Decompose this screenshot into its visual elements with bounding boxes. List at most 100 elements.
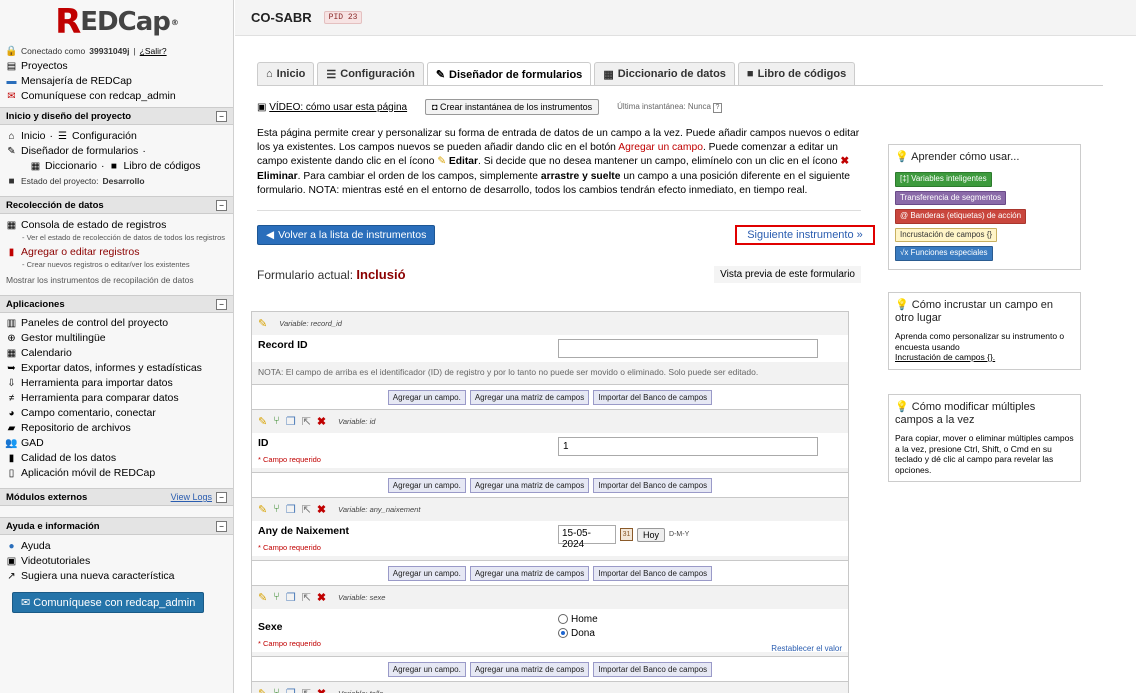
show-instruments-link[interactable]: Mostrar los instrumentos de recopilación… [0,273,233,288]
field-embedding-button[interactable]: Incrustación de campos {} [895,227,998,242]
import-field-bank-button[interactable]: Importar del Banco de campos [593,389,713,405]
field-id[interactable]: ✎ ⑂ ❐ ⇱ ✖ Variable: id ID * Campo requeri… [251,409,849,473]
radio-dona[interactable]: Dona [558,627,842,639]
app-export[interactable]: ➥ Exportar datos, informes y estadísticas [0,361,233,376]
add-matrix-button[interactable]: Agregar una matriz de campos [469,661,590,677]
app-compare[interactable]: ≠ Herramienta para comparar datos [0,391,233,406]
reset-value-link[interactable]: Restablecer el valor [771,644,842,653]
app-calendar[interactable]: ▦ Calendario [0,346,233,361]
help-question-icon[interactable]: ? [712,102,722,113]
id-input[interactable]: 1 [558,437,818,456]
contact-admin-button[interactable]: ✉ Comuníquese con redcap_admin [12,592,205,613]
copy-icon[interactable]: ❐ [286,687,296,693]
action-tags-button[interactable]: @ Banderas (etiquetas) de acción [895,209,1027,224]
logout-link[interactable]: ¿Salir? [140,44,167,59]
edit-icon[interactable]: ✎ [258,591,267,604]
add-matrix-button[interactable]: Agregar una matriz de campos [469,389,590,405]
video-link[interactable]: ▣ VÍDEO: cómo usar esta página [257,102,407,113]
field-record-id[interactable]: ✎ Variable: record_id Record ID NOTA: El… [251,311,849,385]
radio-circle-selected[interactable] [558,628,568,638]
import-field-bank-button[interactable]: Importar del Banco de campos [593,661,713,677]
delete-icon[interactable]: ✖ [317,415,326,428]
help-link[interactable]: ● Ayuda [0,539,233,554]
tab-designer[interactable]: ✎ Diseñador de formularios [426,62,592,86]
edit-icon[interactable]: ✎ [258,503,267,516]
sidebar-item-config[interactable]: Configuración [72,129,137,144]
messenger-link[interactable]: ▬ Mensajería de REDCap [0,74,233,89]
move-icon[interactable]: ⇱ [302,591,311,604]
tab-home[interactable]: ⌂ Inicio [257,62,315,85]
copy-icon[interactable]: ❐ [286,591,296,604]
sidebar-item-record-status[interactable]: ▦ Consola de estado de registros [0,218,233,233]
calendar-icon[interactable]: 31 [620,528,633,541]
view-logs-link[interactable]: View Logs [171,492,212,502]
preview-form-button[interactable]: Vista previa de este formulario [714,265,861,283]
radio-circle[interactable] [558,614,568,624]
app-dashboards[interactable]: ▥ Paneles de control del proyecto [0,316,233,331]
field-sexe[interactable]: ✎ ⑂ ❐ ⇱ ✖ Variable: sexe Sexe * Campo req… [251,585,849,657]
today-button[interactable]: Hoy [637,527,666,542]
radio-home[interactable]: Home [558,613,842,625]
edit-icon[interactable]: ✎ [258,687,267,693]
delete-icon[interactable]: ✖ [317,591,326,604]
sidebar-item-home[interactable]: Inicio [21,129,46,144]
branching-icon[interactable]: ⑂ [273,591,280,603]
move-icon[interactable]: ⇱ [302,687,311,693]
app-import[interactable]: ⇩ Herramienta para importar datos [0,376,233,391]
collapse-icon[interactable]: − [216,520,227,532]
app-mobile[interactable]: ▯ Aplicación móvil de REDCap [0,466,233,481]
delete-icon[interactable]: ✖ [317,503,326,516]
add-field-button[interactable]: Agregar un campo. [387,477,466,493]
app-comments[interactable]: ◕ Campo comentario, conectar [0,406,233,421]
add-field-button[interactable]: Agregar un campo. [387,565,466,581]
snapshot-button[interactable]: ◘ Crear instantánea de los instrumentos [425,99,600,115]
copy-icon[interactable]: ❐ [286,415,296,428]
tab-codebook[interactable]: ■ Libro de códigos [737,62,856,85]
projects-link[interactable]: ▤ Proyectos [0,59,233,74]
edit-icon[interactable]: ✎ [258,317,267,330]
collapse-icon[interactable]: − [216,491,227,503]
edit-icon[interactable]: ✎ [258,415,267,428]
sidebar-item-dictionary[interactable]: Diccionario [45,159,97,174]
add-matrix-button[interactable]: Agregar una matriz de campos [469,565,590,581]
app-gad[interactable]: 👥 GAD [0,436,233,451]
app-quality[interactable]: ▮ Calidad de los datos [0,451,233,466]
sidebar-item-add-edit[interactable]: ▮ Agregar o editar registros [0,245,233,260]
tab-config[interactable]: ☰ Configuración [317,62,424,85]
import-field-bank-button[interactable]: Importar del Banco de campos [593,477,713,493]
branching-icon[interactable]: ⑂ [273,415,280,427]
tab-dictionary[interactable]: ▦ Diccionario de datos [594,62,735,85]
special-functions-button[interactable]: √x Funciones especiales [895,246,993,261]
branching-icon[interactable]: ⑂ [273,503,280,515]
import-field-bank-button[interactable]: Importar del Banco de campos [593,565,713,581]
back-to-instruments-button[interactable]: ◀ Volver a la lista de instrumentos [257,225,436,246]
field-any-naixement[interactable]: ✎ ⑂ ❐ ⇱ ✖ Variable: any_naixement Any de… [251,497,849,561]
collapse-icon[interactable]: − [216,298,227,310]
app-multilang[interactable]: ⊕ Gestor multilingüe [0,331,233,346]
contact-admin-link[interactable]: ✉ Comuníquese con redcap_admin [0,89,233,104]
smart-variables-button[interactable]: [‡] Variables inteligentes [895,172,992,187]
move-icon[interactable]: ⇱ [302,503,311,516]
date-input[interactable]: 15-05-2024 [558,525,616,550]
app-files[interactable]: ▰ Repositorio de archivos [0,421,233,436]
collapse-icon[interactable]: − [216,199,227,211]
piping-button[interactable]: Transferencia de segmentos [895,190,1007,205]
field-embedding-link[interactable]: Incrustación de campos {}. [895,352,995,362]
copy-icon[interactable]: ❐ [286,503,296,516]
move-icon[interactable]: ⇱ [302,415,311,428]
add-matrix-button[interactable]: Agregar una matriz de campos [469,477,590,493]
next-instrument-link[interactable]: Siguiente instrumento » [735,225,875,246]
add-field-button[interactable]: Agregar un campo. [387,661,466,677]
delete-icon[interactable]: ✖ [317,687,326,693]
record-id-input[interactable] [558,339,818,358]
suggest-link[interactable]: ↗ Sugiera una nueva característica [0,569,233,584]
add-field-button[interactable]: Agregar un campo. [387,389,466,405]
sidebar-item-codebook[interactable]: Libro de códigos [123,159,200,174]
field-talla[interactable]: ✎ ⑂ ❐ ⇱ ✖ Variable: talla [251,681,849,693]
collapse-icon[interactable]: − [216,110,227,122]
videos-link[interactable]: ▣ Videotutoriales [0,554,233,569]
add-field-link[interactable]: Agregar un campo [618,142,703,153]
branching-icon[interactable]: ⑂ [273,687,280,693]
redcap-logo[interactable]: R EDCap ® [0,0,233,44]
sidebar-item-designer[interactable]: ✎ Diseñador de formularios · [0,144,233,159]
